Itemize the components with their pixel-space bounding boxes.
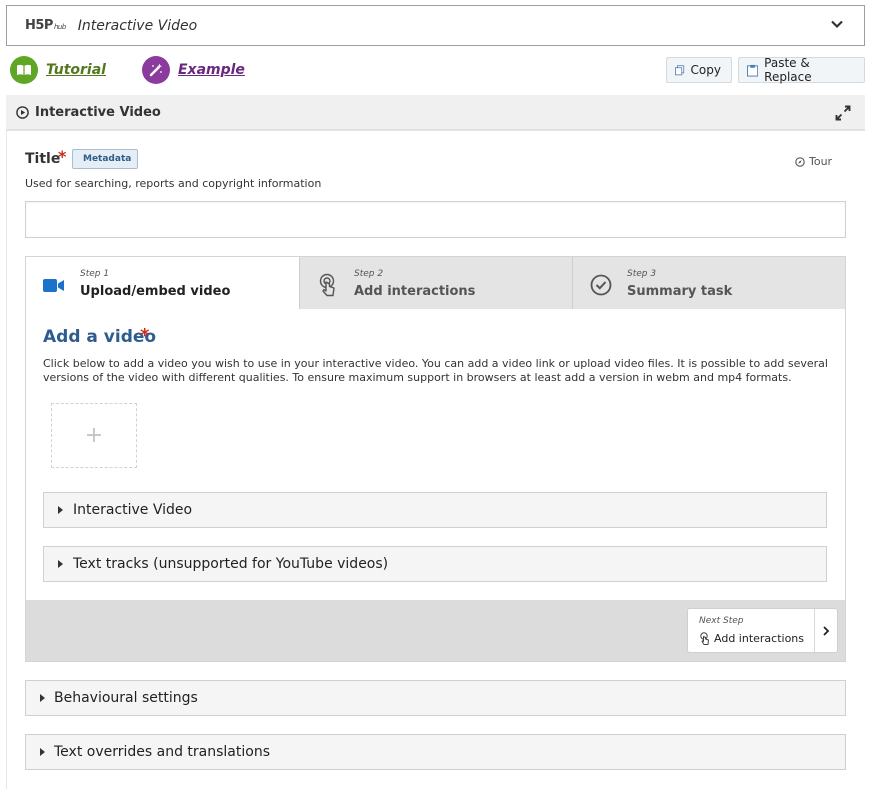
text-overrides-group[interactable]: Text overrides and translations: [25, 734, 846, 770]
hub-content-type-title: Interactive Video: [77, 17, 198, 34]
text-tracks-collapsible[interactable]: Text tracks (unsupported for YouTube vid…: [43, 546, 827, 582]
wizard-footer: Next Step Add interactions: [26, 600, 845, 661]
collapsible-label: Interactive Video: [73, 502, 193, 518]
video-camera-icon: [43, 279, 64, 292]
collapsible-label: Text tracks (unsupported for YouTube vid…: [73, 556, 389, 572]
caret-right-icon: [58, 506, 63, 514]
next-step-label: Add interactions: [714, 632, 805, 645]
next-step-caption: Next Step: [699, 616, 744, 626]
title-description: Used for searching, reports and copyrigh…: [25, 177, 322, 190]
title-input[interactable]: [25, 201, 846, 238]
tab-summary-task[interactable]: Step 3 Summary task: [572, 257, 845, 309]
chevron-right-icon: [823, 626, 830, 636]
wizard-steps: Step 1 Upload/embed video Step 2 Add int…: [26, 257, 845, 309]
copy-button[interactable]: Copy: [666, 57, 732, 83]
step-number: Step 3: [627, 269, 657, 279]
divider: [814, 609, 815, 652]
add-video-button[interactable]: +: [51, 403, 137, 468]
clipboard-icon: [747, 64, 759, 77]
touch-hand-icon: [700, 632, 709, 645]
fullscreen-expand-icon[interactable]: [835, 105, 851, 121]
paste-replace-label: Paste & Replace: [764, 56, 812, 84]
example-link[interactable]: Example: [141, 56, 245, 84]
tutorial-link[interactable]: Tutorial: [10, 56, 106, 84]
next-step-button[interactable]: Next Step Add interactions: [687, 608, 838, 653]
group-label: Text overrides and translations: [54, 744, 270, 760]
touch-hand-icon: [319, 273, 335, 297]
h5p-hub-logo: H5P hub: [25, 18, 66, 33]
add-video-description: Click below to add a video you wish to u…: [43, 357, 828, 384]
metadata-button[interactable]: Metadata: [72, 149, 139, 169]
tour-button[interactable]: Tour: [795, 155, 832, 168]
editor-left-border: [6, 131, 7, 789]
caret-right-icon: [40, 748, 45, 756]
editor-section-header: Interactive Video: [6, 95, 865, 131]
tutorial-label: Tutorial: [46, 62, 106, 78]
check-circle-icon: [590, 274, 612, 296]
caret-right-icon: [40, 694, 45, 702]
hub-logo-sub: hub: [53, 23, 66, 31]
caret-right-icon: [58, 560, 63, 568]
help-links: Tutorial Example: [10, 56, 281, 84]
magic-wand-icon: [141, 56, 170, 84]
tab-add-interactions[interactable]: Step 2 Add interactions: [299, 257, 572, 309]
example-label: Example: [177, 62, 245, 78]
group-label: Behavioural settings: [54, 690, 198, 706]
step-title: Add interactions: [354, 284, 476, 299]
hub-logo-main: H5P: [25, 18, 53, 33]
book-icon: [10, 56, 38, 84]
compass-icon: [795, 156, 805, 167]
chevron-down-icon[interactable]: [830, 17, 844, 31]
behavioural-settings-group[interactable]: Behavioural settings: [25, 680, 846, 716]
step-number: Step 2: [354, 269, 384, 279]
step-title: Upload/embed video: [80, 284, 231, 299]
step-number: Step 1: [80, 269, 110, 279]
section-title: Interactive Video: [35, 104, 161, 120]
title-label: Title: [25, 151, 61, 167]
step-title: Summary task: [627, 284, 733, 299]
hub-selector-bar[interactable]: H5P hub Interactive Video: [6, 5, 865, 46]
copy-icon: [675, 64, 685, 75]
video-wizard: Step 1 Upload/embed video Step 2 Add int…: [25, 256, 846, 662]
title-required-mark: *: [58, 147, 67, 166]
play-circle-icon: [16, 105, 29, 119]
paste-replace-button[interactable]: Paste & Replace: [738, 56, 865, 84]
add-video-required-mark: *: [140, 325, 150, 346]
tour-label: Tour: [809, 155, 833, 168]
interactive-video-collapsible[interactable]: Interactive Video: [43, 492, 827, 528]
tab-upload-embed-video[interactable]: Step 1 Upload/embed video: [26, 257, 299, 309]
copy-label: Copy: [690, 63, 721, 77]
